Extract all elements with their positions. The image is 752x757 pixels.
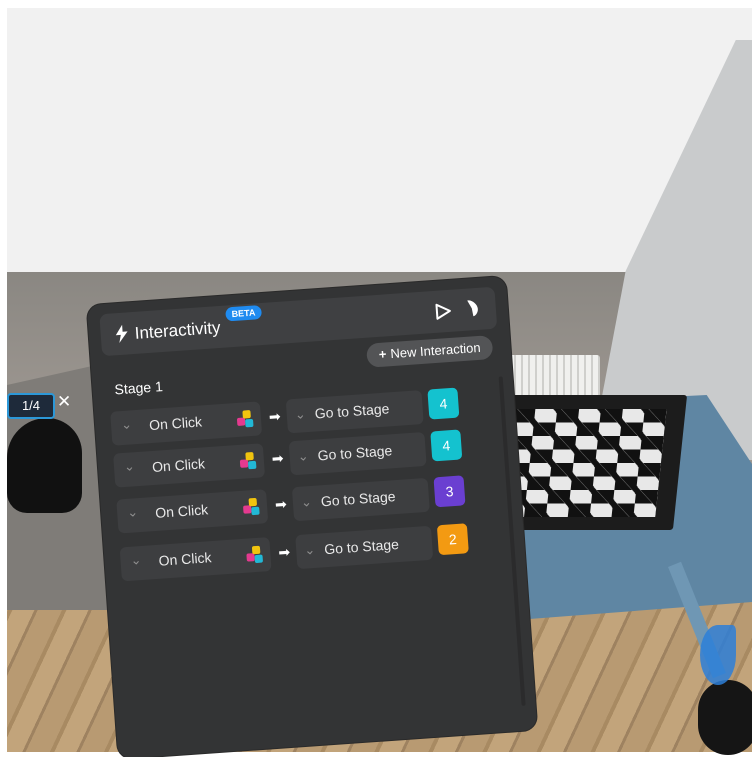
chevron-down-icon: ⌄ [126, 504, 139, 520]
object-cubes-icon[interactable] [246, 545, 265, 564]
new-interaction-label: New Interaction [389, 339, 482, 362]
new-interaction-button[interactable]: + New Interaction [366, 335, 494, 368]
stage-label: Stage 1 [114, 378, 164, 398]
arrow-right-icon: ➡ [277, 543, 291, 561]
trigger-label: On Click [148, 413, 203, 434]
panel-title: Interactivity [134, 317, 222, 343]
chevron-down-icon: ⌄ [297, 448, 310, 464]
object-cubes-icon[interactable] [239, 451, 258, 471]
trigger-label: On Click [151, 455, 206, 476]
chevron-down-icon: ⌄ [300, 493, 313, 510]
page-indicator[interactable]: 1/4 [7, 393, 55, 419]
left-controller [7, 418, 82, 513]
controller-pointer-icon [700, 625, 736, 685]
trigger-dropdown[interactable]: ⌄ On Click [119, 537, 272, 582]
action-label: Go to Stage [320, 488, 396, 510]
object-cubes-icon[interactable] [236, 410, 255, 429]
arrow-right-icon: ➡ [271, 449, 285, 467]
trigger-dropdown[interactable]: ⌄ On Click [110, 401, 263, 446]
arrow-right-icon: ➡ [268, 407, 282, 425]
interaction-row: ⌄ On Click ➡ ⌄ Go to Stage 2 [119, 523, 469, 582]
ceiling [7, 8, 752, 278]
chevron-down-icon: ⌄ [294, 406, 307, 422]
action-dropdown[interactable]: ⌄ Go to Stage [288, 431, 427, 476]
chevron-down-icon: ⌄ [123, 458, 136, 474]
close-icon[interactable]: ✕ [57, 392, 71, 412]
stage-target-badge[interactable]: 3 [433, 475, 466, 508]
plus-icon: + [378, 346, 387, 362]
chevron-down-icon: ⌄ [303, 541, 316, 558]
vr-scene: 1/4 ✕ Interactivity BETA + New Interactio… [0, 0, 752, 757]
chevron-down-icon: ⌄ [130, 552, 142, 568]
action-label: Go to Stage [317, 442, 393, 464]
arrow-right-icon: ➡ [274, 495, 288, 513]
object-cubes-icon[interactable] [243, 497, 262, 517]
action-dropdown[interactable]: ⌄ Go to Stage [291, 477, 430, 522]
action-dropdown[interactable]: ⌄ Go to Stage [295, 525, 434, 570]
stage-target-badge[interactable]: 4 [427, 387, 460, 420]
action-label: Go to Stage [323, 536, 400, 558]
stage-target-badge[interactable]: 2 [436, 523, 469, 556]
chevron-down-icon: ⌄ [120, 416, 133, 433]
right-controller [698, 680, 752, 755]
pointer-icon[interactable] [463, 298, 482, 319]
bolt-icon [115, 324, 128, 344]
trigger-dropdown[interactable]: ⌄ On Click [116, 489, 269, 534]
trigger-label: On Click [158, 549, 212, 569]
trigger-label: On Click [154, 501, 209, 521]
action-label: Go to Stage [314, 400, 390, 422]
interaction-row: ⌄ On Click ➡ ⌄ Go to Stage 3 [116, 475, 466, 534]
trigger-dropdown[interactable]: ⌄ On Click [113, 443, 266, 488]
beta-badge: BETA [225, 305, 262, 322]
interactivity-panel: Interactivity BETA + New Interaction Stag… [86, 275, 538, 757]
action-dropdown[interactable]: ⌄ Go to Stage [285, 390, 424, 434]
stage-target-badge[interactable]: 4 [430, 429, 463, 462]
play-icon[interactable] [433, 302, 452, 321]
